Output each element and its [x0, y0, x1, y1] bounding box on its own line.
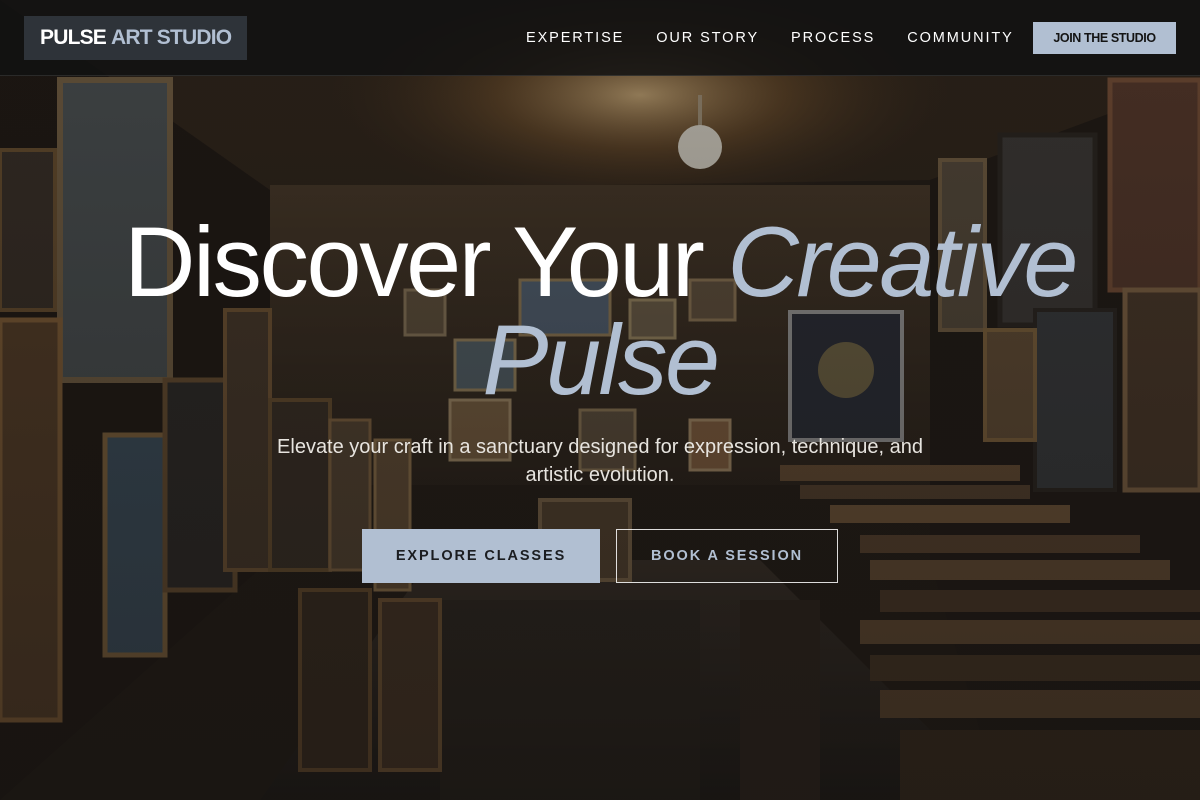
nav-link-process[interactable]: PROCESS — [791, 30, 875, 46]
nav-link-our-story[interactable]: OUR STORY — [656, 30, 759, 46]
main-nav: EXPERTISE OUR STORY PROCESS COMMUNITY — [526, 0, 1046, 76]
hero-title-plain: Discover Your — [124, 206, 728, 317]
explore-classes-button[interactable]: EXPLORE CLASSES — [362, 529, 600, 583]
logo-word-pulse: PULSE — [40, 26, 107, 49]
site-header: PULSE ART STUDIO EXPERTISE OUR STORY PRO… — [0, 0, 1200, 76]
book-session-button[interactable]: BOOK A SESSION — [616, 529, 838, 583]
logo[interactable]: PULSE ART STUDIO — [24, 16, 248, 60]
landing-page: PULSE ART STUDIO EXPERTISE OUR STORY PRO… — [0, 0, 1200, 800]
hero-title: Discover Your Creative Pulse — [0, 212, 1200, 409]
logo-word-art-studio: ART STUDIO — [111, 26, 232, 49]
join-studio-button[interactable]: JOIN THE STUDIO — [1033, 22, 1176, 54]
nav-link-community[interactable]: COMMUNITY — [907, 30, 1014, 46]
hero-subtitle: Elevate your craft in a sanctuary design… — [277, 436, 923, 486]
nav-link-expertise[interactable]: EXPERTISE — [526, 30, 624, 46]
